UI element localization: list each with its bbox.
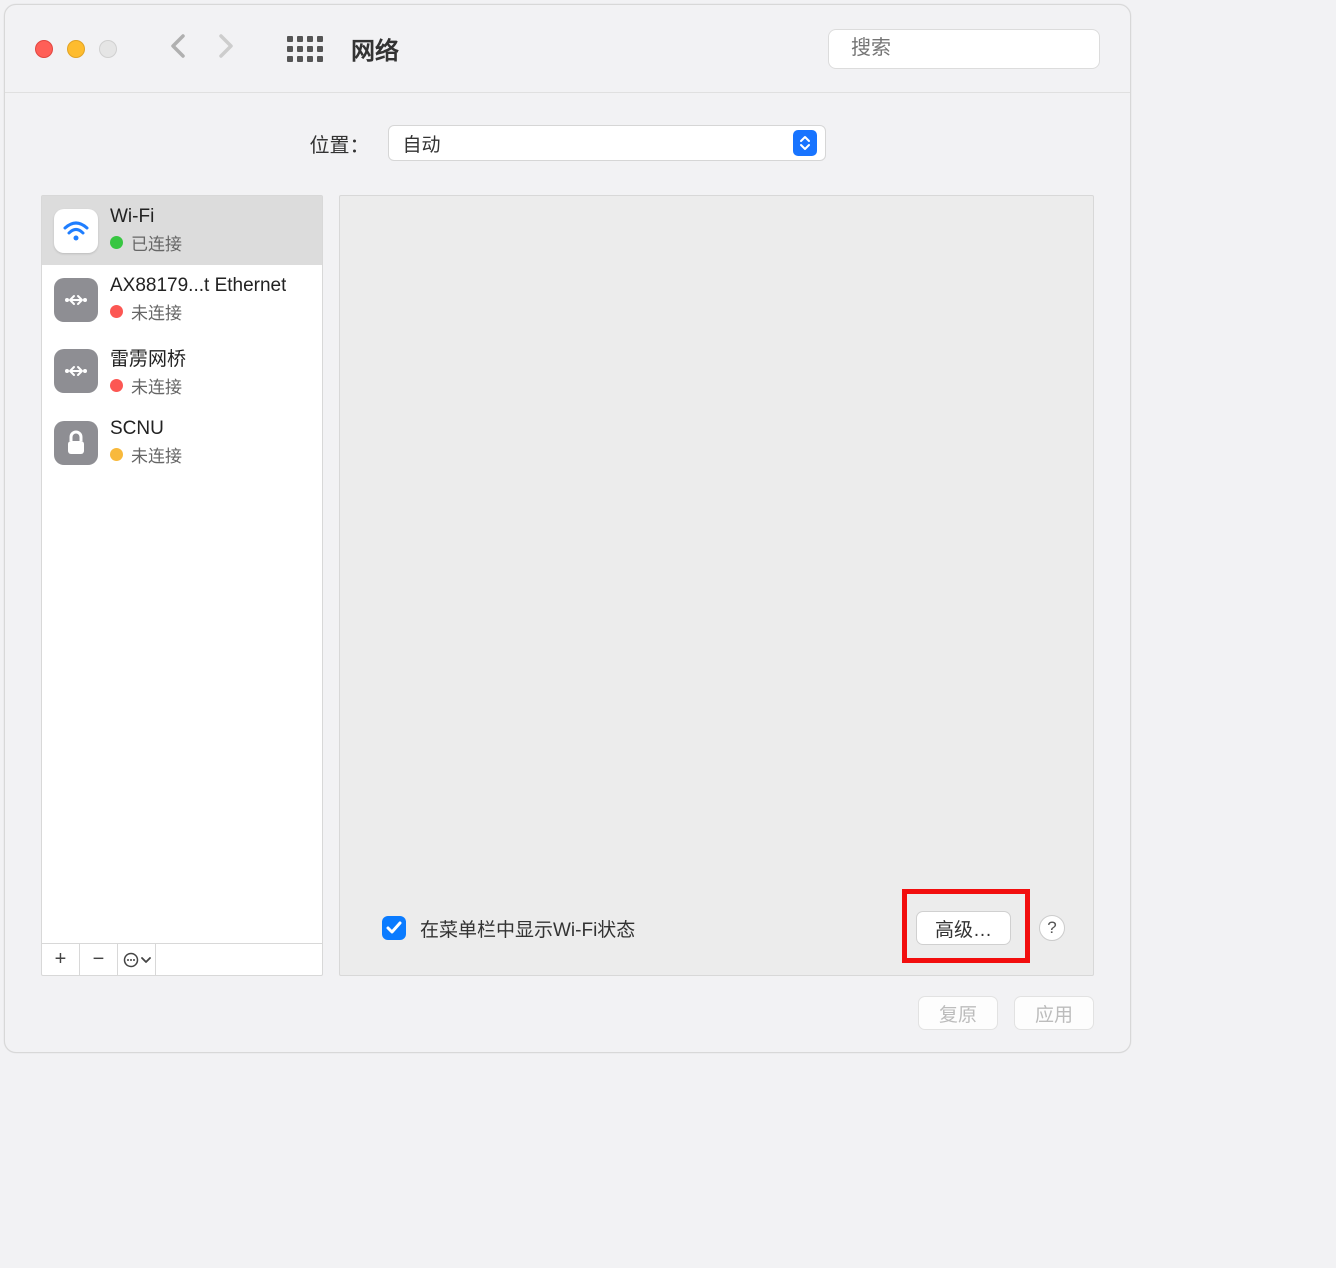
sidebar-footer: + −: [42, 943, 322, 975]
ethernet-icon: [54, 349, 98, 393]
service-status-row: 未连接: [110, 373, 186, 398]
status-dot-icon: [110, 448, 123, 461]
body-area: Wi-Fi 已连接 AX88179...t Ethernet: [5, 179, 1130, 976]
service-status-row: 已连接: [110, 230, 182, 255]
detail-bottom-row: 在菜单栏中显示Wi-Fi状态 高级… ?: [340, 889, 1093, 975]
service-actions-menu[interactable]: [118, 944, 156, 975]
show-in-menubar-checkbox[interactable]: [382, 916, 406, 940]
search-input[interactable]: [851, 37, 1116, 60]
nav-arrows: [169, 32, 235, 66]
detail-pane: 在菜单栏中显示Wi-Fi状态 高级… ?: [339, 195, 1094, 976]
apply-button[interactable]: 应用: [1014, 996, 1094, 1030]
service-text: Wi-Fi 已连接: [110, 206, 182, 255]
advanced-button[interactable]: 高级…: [916, 911, 1011, 945]
service-name: Wi-Fi: [110, 206, 182, 228]
status-dot-icon: [110, 236, 123, 249]
traffic-lights: [35, 40, 117, 58]
forward-button[interactable]: [217, 32, 235, 66]
service-status-row: 未连接: [110, 442, 182, 467]
service-list: Wi-Fi 已连接 AX88179...t Ethernet: [42, 196, 322, 943]
chevron-down-icon: [141, 956, 151, 964]
service-item-thunderbolt-bridge[interactable]: 雷雳网桥 未连接: [42, 334, 322, 408]
select-stepper-icon: [793, 130, 817, 156]
back-button[interactable]: [169, 32, 187, 66]
service-item-ethernet[interactable]: AX88179...t Ethernet 未连接: [42, 265, 322, 334]
service-text: SCNU 未连接: [110, 418, 182, 467]
titlebar: 网络: [5, 5, 1130, 93]
service-status: 未连接: [131, 373, 182, 398]
service-item-wifi[interactable]: Wi-Fi 已连接: [42, 196, 322, 265]
zoom-window-button[interactable]: [99, 40, 117, 58]
show-all-icon[interactable]: [287, 36, 323, 62]
service-name: AX88179...t Ethernet: [110, 275, 286, 297]
service-item-vpn[interactable]: SCNU 未连接: [42, 408, 322, 477]
status-dot-icon: [110, 305, 123, 318]
help-button[interactable]: ?: [1039, 915, 1065, 941]
lock-icon: [54, 421, 98, 465]
location-select[interactable]: 自动: [388, 125, 826, 161]
location-value: 自动: [403, 130, 441, 157]
ethernet-icon: [54, 278, 98, 322]
service-status: 已连接: [131, 230, 182, 255]
search-field[interactable]: [828, 29, 1100, 69]
sidebar-footer-spacer: [156, 944, 322, 975]
close-window-button[interactable]: [35, 40, 53, 58]
add-service-button[interactable]: +: [42, 944, 80, 975]
wifi-icon: [54, 209, 98, 253]
ellipsis-icon: [123, 952, 139, 968]
service-status-row: 未连接: [110, 299, 286, 324]
service-name: 雷雳网桥: [110, 344, 186, 371]
service-text: 雷雳网桥 未连接: [110, 344, 186, 398]
location-row: 位置： 自动: [5, 93, 1130, 179]
checkmark-icon: [386, 921, 402, 935]
service-sidebar: Wi-Fi 已连接 AX88179...t Ethernet: [41, 195, 323, 976]
window-title: 网络: [351, 31, 399, 66]
remove-service-button[interactable]: −: [80, 944, 118, 975]
service-status: 未连接: [131, 442, 182, 467]
service-name: SCNU: [110, 418, 182, 440]
footer-buttons: 复原 应用: [5, 976, 1130, 1052]
location-label: 位置：: [310, 129, 370, 158]
service-text: AX88179...t Ethernet 未连接: [110, 275, 286, 324]
service-status: 未连接: [131, 299, 182, 324]
minimize-window-button[interactable]: [67, 40, 85, 58]
revert-button[interactable]: 复原: [918, 996, 998, 1030]
network-preferences-window: 网络 位置： 自动 Wi-Fi: [4, 4, 1131, 1053]
status-dot-icon: [110, 379, 123, 392]
show-in-menubar-label: 在菜单栏中显示Wi-Fi状态: [420, 915, 635, 942]
